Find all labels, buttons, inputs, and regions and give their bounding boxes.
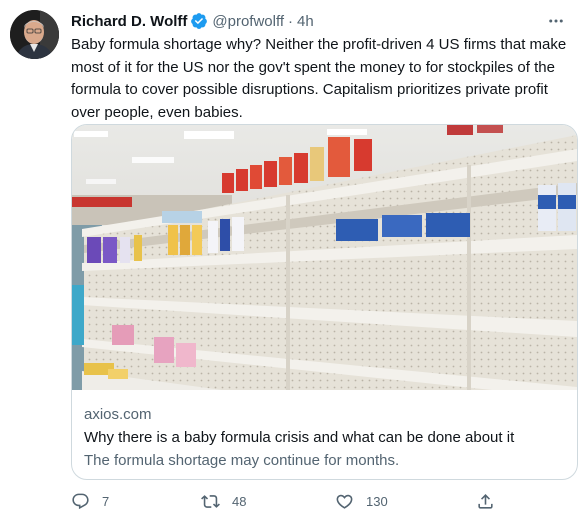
- card-meta: axios.com Why there is a baby formula cr…: [84, 404, 565, 472]
- card-description: The formula shortage may continue for mo…: [84, 452, 400, 469]
- tweet-actions: 7 48 130: [71, 490, 571, 512]
- avatar[interactable]: [10, 10, 59, 59]
- retweet-count: 48: [232, 493, 247, 509]
- card-domain: axios.com: [84, 406, 152, 423]
- more-horizontal-icon[interactable]: [545, 11, 567, 31]
- avatar-photo: [10, 10, 59, 59]
- retweet-button[interactable]: 48: [201, 490, 246, 512]
- author-name[interactable]: Richard D. Wolff: [71, 13, 187, 30]
- like-count: 130: [366, 493, 388, 509]
- card-image-empty-shelves: [72, 125, 577, 390]
- card-title: Why there is a baby formula crisis and w…: [84, 429, 515, 446]
- like-button[interactable]: 130: [335, 490, 388, 512]
- verified-badge-icon: [191, 13, 208, 29]
- author-handle[interactable]: @profwolff: [212, 13, 284, 30]
- link-card[interactable]: axios.com Why there is a baby formula cr…: [71, 124, 578, 480]
- tweet-timestamp[interactable]: 4h: [297, 13, 314, 30]
- separator-dot: ·: [288, 12, 294, 30]
- share-button[interactable]: [476, 490, 495, 512]
- share-icon: [478, 493, 493, 509]
- tweet[interactable]: Richard D. Wolff @profwolff · 4h Baby fo…: [0, 0, 581, 519]
- reply-button[interactable]: 7: [71, 490, 109, 512]
- reply-icon: [72, 493, 89, 509]
- retweet-icon: [201, 494, 220, 508]
- tweet-text: Baby formula shortage why? Neither the p…: [71, 36, 567, 121]
- reply-count: 7: [102, 493, 110, 509]
- heart-icon: [336, 494, 353, 509]
- tweet-header: Richard D. Wolff @profwolff · 4h: [71, 11, 573, 31]
